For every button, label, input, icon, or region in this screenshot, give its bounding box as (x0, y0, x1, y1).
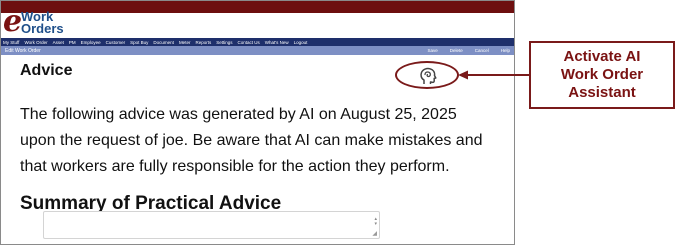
callout-arrow (458, 70, 530, 80)
menu-item-spot-buy[interactable]: Spot Buy (130, 40, 148, 45)
logo-wordmark: Work Orders (21, 10, 64, 36)
advice-line-3: that workers are fully responsible for t… (20, 158, 450, 175)
menu-item-settings[interactable]: Settings (216, 40, 232, 45)
menu-item-customer[interactable]: Customer (106, 40, 126, 45)
delete-button[interactable]: Delete (450, 48, 463, 53)
menu-item-work-order[interactable]: Work Order (24, 40, 47, 45)
menu-item-my-stuff[interactable]: My Stuff (3, 40, 19, 45)
logo-letter: e (3, 4, 23, 39)
help-button[interactable]: Help (501, 48, 510, 53)
save-button[interactable]: Save (427, 48, 437, 53)
callout-line-1: Activate AI (563, 48, 641, 65)
page-title: Edit Work Order (5, 47, 41, 54)
advice-line-1: The following advice was generated by AI… (20, 106, 457, 123)
logo-line-2: Orders (21, 21, 64, 36)
menu-item-employee[interactable]: Employee (81, 40, 101, 45)
menu-item-contact-us[interactable]: Contact Us (237, 40, 259, 45)
callout-line-2: Work Order (560, 66, 644, 83)
menu-item-meter[interactable]: Meter (179, 40, 191, 45)
advice-panel: Advice The following advice was generate… (1, 55, 514, 244)
app-logo[interactable]: e Work Orders (3, 7, 93, 37)
menu-item-reports[interactable]: Reports (195, 40, 211, 45)
scroll-arrows-icon[interactable]: ▴ ▾ (374, 217, 377, 227)
menu-item-logout[interactable]: Logout (294, 40, 308, 45)
edit-toolbar: Edit Work Order Save Delete Cancel Help (1, 46, 514, 55)
advice-heading: Advice (20, 62, 73, 79)
main-menu: My Stuff Work Order Asset PM Employee Cu… (1, 38, 514, 46)
cancel-button[interactable]: Cancel (475, 48, 489, 53)
annotation-callout: Activate AI Work Order Assistant (529, 41, 675, 109)
callout-line-3: Assistant (568, 84, 636, 101)
toolbar-actions: Save Delete Cancel Help (427, 48, 510, 53)
head-brain-icon (420, 67, 437, 84)
advice-line-2: upon the request of joe. Be aware that A… (20, 132, 483, 149)
resize-grip-icon[interactable]: ◢ (372, 231, 377, 237)
advice-disclaimer: The following advice was generated by AI… (20, 102, 500, 180)
screenshot-frame: e Work Orders My Stuff Work Order Asset … (0, 0, 515, 245)
menu-item-asset[interactable]: Asset (53, 40, 64, 45)
menu-item-whats-new[interactable]: What's New (265, 40, 289, 45)
menu-item-document[interactable]: Document (153, 40, 174, 45)
ai-assistant-button[interactable] (395, 61, 459, 89)
menu-item-pm[interactable]: PM (69, 40, 76, 45)
advice-textarea[interactable]: ▴ ▾ ◢ (43, 211, 380, 239)
